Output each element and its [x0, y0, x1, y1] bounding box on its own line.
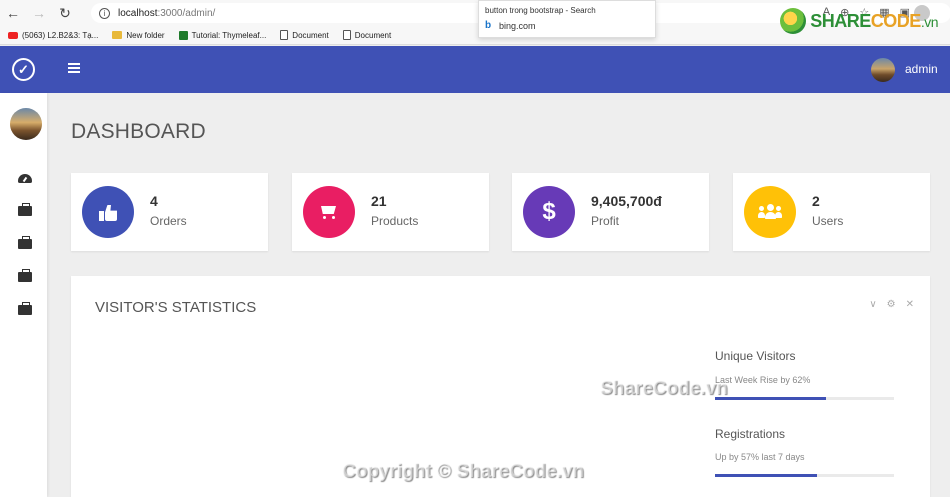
metric-progress-fill	[715, 397, 826, 400]
sidebar-item-4[interactable]	[17, 302, 32, 316]
stat-label: Orders	[150, 214, 187, 228]
stat-icon-circle: $	[523, 186, 575, 238]
suggestion-title: button trong bootstrap - Search	[485, 6, 596, 15]
document-icon	[342, 30, 351, 40]
stat-label: Users	[812, 214, 844, 228]
sidebar-item-3[interactable]	[17, 269, 32, 283]
metric-title: Registrations	[715, 427, 786, 441]
menu-toggle-icon[interactable]	[68, 63, 80, 73]
back-icon[interactable]: ←	[0, 0, 26, 26]
stat-card-profit: $ 9,405,700đ Profit	[512, 173, 709, 251]
stat-icon-circle	[744, 186, 796, 238]
stat-value: 21	[371, 193, 387, 209]
thumbs-up-icon	[99, 203, 117, 221]
stat-icon-circle	[82, 186, 134, 238]
briefcase-icon	[17, 236, 32, 249]
metric-progress-bar	[715, 474, 894, 477]
stat-value: 4	[150, 193, 158, 209]
folder-icon	[112, 31, 123, 39]
metric-subtitle: Up by 57% last 7 days	[715, 452, 805, 462]
metric-title: Unique Visitors	[715, 349, 796, 363]
bookmark-item[interactable]: Tutorial: Thymeleaf...	[178, 30, 266, 40]
stat-card-users: 2 Users	[733, 173, 930, 251]
bookmark-item[interactable]: Document	[280, 30, 329, 40]
stat-label: Products	[371, 214, 419, 228]
metric-progress-fill	[715, 474, 818, 477]
metric-subtitle: Last Week Rise by 62%	[715, 375, 811, 385]
bing-icon: b	[485, 20, 492, 31]
stat-label: Profit	[591, 214, 620, 228]
settings-icon[interactable]: ⚙	[887, 299, 896, 310]
panel-tools: ∨ ⚙ ✕	[869, 299, 914, 310]
sidebar	[0, 93, 47, 497]
header-avatar[interactable]	[871, 58, 895, 82]
app-header: ✓	[0, 46, 950, 93]
dollar-icon: $	[542, 198, 556, 225]
stat-card-products: 21 Products	[292, 173, 489, 251]
stat-card-orders: 4 Orders	[71, 173, 268, 251]
reload-icon[interactable]: ↻	[52, 0, 78, 26]
sidebar-avatar[interactable]	[10, 108, 42, 140]
document-icon	[280, 30, 289, 40]
cart-icon	[319, 204, 339, 220]
stat-value: 2	[812, 193, 820, 209]
bookmark-item[interactable]: (5063) L2.B2&3: Tạ...	[8, 31, 98, 40]
users-icon	[758, 204, 782, 220]
sharecode-logo: SHARECODE.vn	[780, 8, 939, 34]
forward-icon[interactable]: →	[26, 0, 52, 26]
collapse-icon[interactable]: ∨	[869, 299, 876, 310]
panel-title: VISITOR'S STATISTICS	[95, 299, 257, 316]
sidebar-item-1[interactable]	[17, 203, 32, 217]
search-suggestion-popup[interactable]: button trong bootstrap - Search b bing.c…	[478, 0, 656, 38]
youtube-icon	[8, 31, 18, 39]
briefcase-icon	[17, 203, 32, 216]
suggestion-url: bing.com	[499, 21, 536, 31]
watermark-center: ShareCode.vn	[600, 378, 728, 399]
url-host: localhost	[118, 7, 158, 19]
briefcase-icon	[17, 302, 32, 315]
stat-value: 9,405,700đ	[591, 193, 662, 209]
page-title: DASHBOARD	[71, 120, 206, 143]
briefcase-icon	[17, 269, 32, 282]
header-username[interactable]: admin	[905, 62, 938, 76]
brand-check-icon[interactable]: ✓	[12, 58, 35, 81]
bookmark-item[interactable]: New folder	[112, 31, 165, 40]
metric-progress-bar	[715, 397, 894, 400]
bookmark-item[interactable]: Document	[342, 30, 391, 40]
close-icon[interactable]: ✕	[906, 299, 914, 310]
site-info-icon[interactable]: i	[99, 7, 110, 19]
sidebar-item-2[interactable]	[17, 236, 32, 250]
thymeleaf-icon	[178, 30, 188, 40]
stat-icon-circle	[303, 186, 355, 238]
url-path: :3000/admin/	[157, 7, 216, 19]
sidebar-item-dashboard[interactable]	[17, 172, 32, 184]
watermark-copyright: Copyright © ShareCode.vn	[342, 461, 585, 482]
sharecode-logo-icon	[780, 8, 807, 34]
dashboard-icon	[17, 173, 32, 183]
